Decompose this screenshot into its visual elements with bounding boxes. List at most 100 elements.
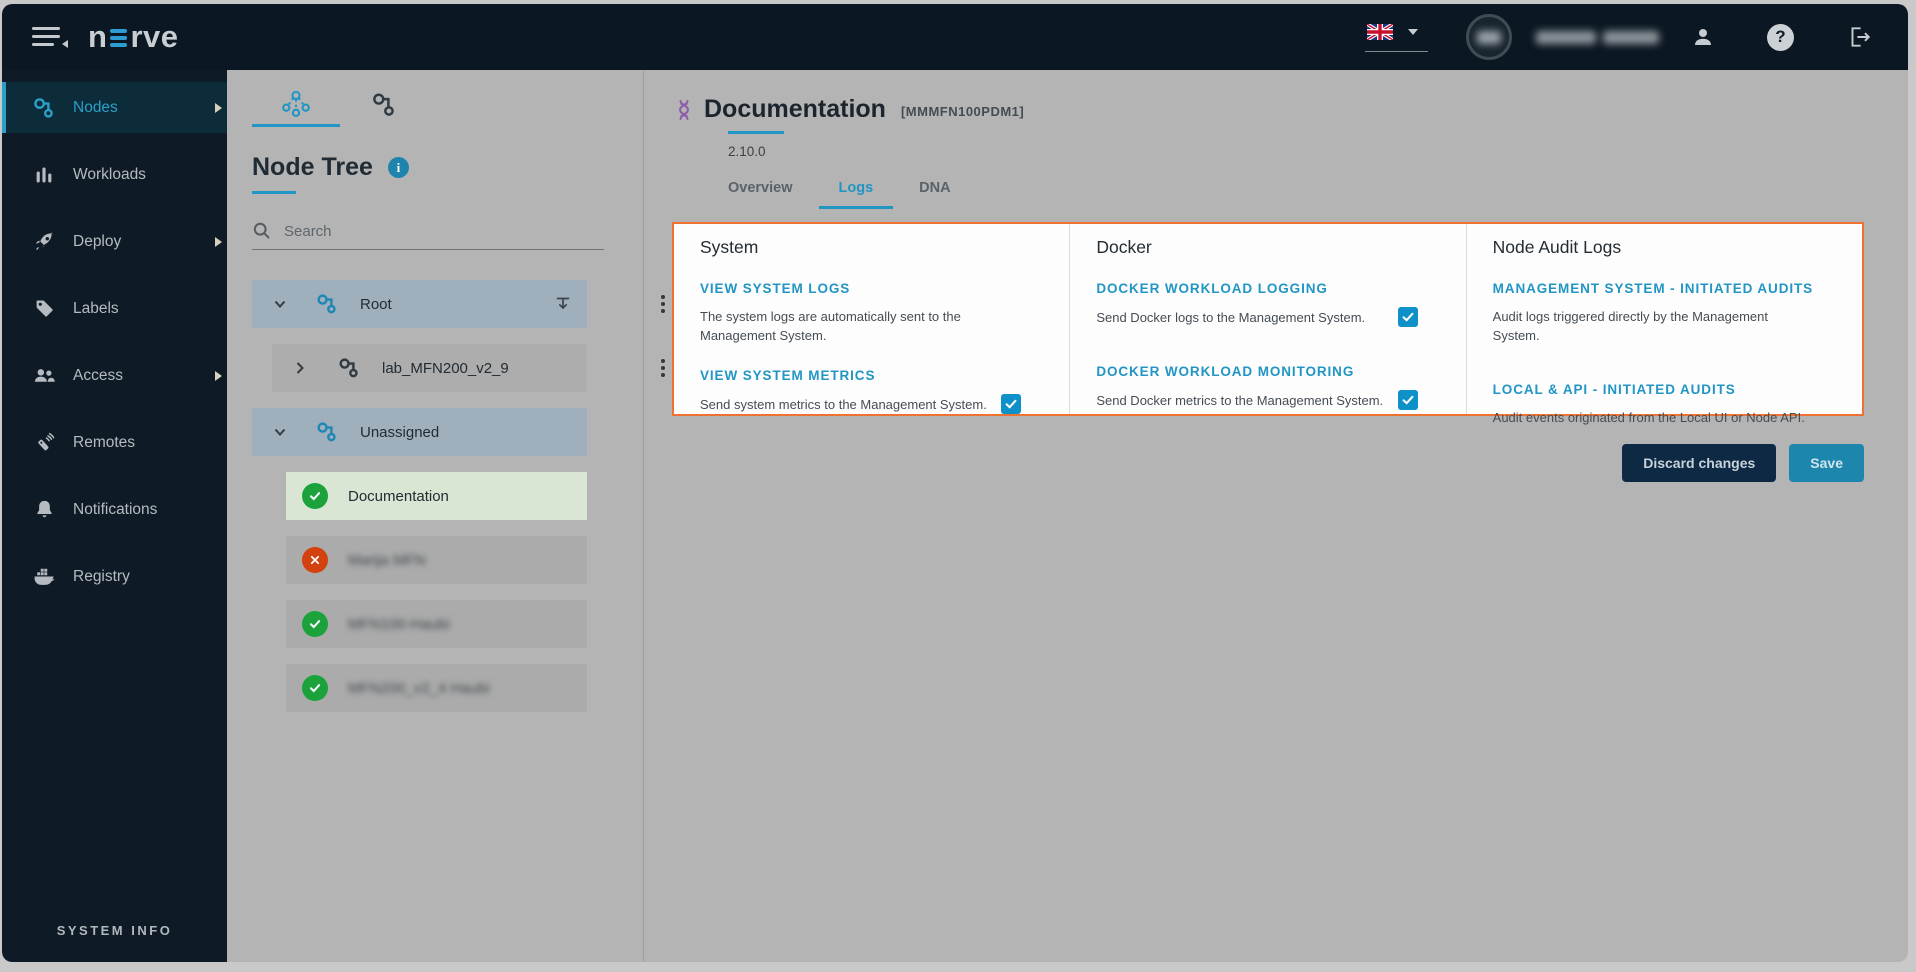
topbar-actions — [1365, 4, 1908, 70]
tab-node-tree[interactable] — [252, 83, 340, 127]
registry-icon — [32, 565, 56, 589]
language-selector[interactable] — [1365, 17, 1428, 52]
chevron-right-icon[interactable] — [290, 358, 310, 378]
view-system-metrics-link[interactable]: VIEW SYSTEM METRICS — [700, 368, 875, 383]
docker-logging-checkbox[interactable] — [1398, 307, 1418, 327]
tree-row-root[interactable]: Root — [252, 280, 587, 328]
sidebar-item-nodes[interactable]: Nodes — [2, 82, 227, 133]
sidebar-item-label: Notifications — [73, 501, 157, 519]
action-buttons: Discard changes Save — [672, 444, 1864, 482]
folder-node-icon — [316, 421, 338, 443]
chevron-down-icon[interactable] — [270, 422, 290, 442]
pin-tree-icon[interactable] — [553, 294, 573, 314]
deploy-icon — [32, 230, 56, 254]
sidebar-item-remotes[interactable]: Remotes — [2, 417, 227, 468]
profile-icon[interactable] — [1691, 25, 1715, 49]
sidebar-item-label: Labels — [73, 300, 119, 318]
chevron-down-icon[interactable] — [270, 294, 290, 314]
item-description: The system logs are automatically sent t… — [700, 307, 972, 345]
tab-node-list[interactable] — [340, 83, 428, 127]
tree-node-label: Documentation — [348, 488, 449, 505]
docker-workload-logging-link[interactable]: DOCKER WORKLOAD LOGGING — [1096, 281, 1327, 296]
docker-monitoring-checkbox[interactable] — [1398, 390, 1418, 410]
logo-text-suffix: rve — [130, 19, 178, 55]
column-heading: Docker — [1096, 237, 1441, 258]
sidebar-item-label: Remotes — [73, 434, 135, 452]
tree-row-node[interactable]: MFN100-Haubi — [286, 600, 587, 648]
sidebar-item-labels[interactable]: Labels — [2, 283, 227, 334]
nerve-logo: n rve — [88, 19, 178, 55]
uk-flag-icon — [1367, 24, 1393, 40]
item-description: Send Docker logs to the Management Syste… — [1096, 308, 1365, 327]
discard-changes-button[interactable]: Discard changes — [1622, 444, 1776, 482]
sidebar-item-registry[interactable]: Registry — [2, 551, 227, 602]
submenu-arrow-icon — [215, 371, 222, 381]
docker-column: Docker DOCKER WORKLOAD LOGGING Send Dock… — [1069, 224, 1465, 414]
sidebar-item-workloads[interactable]: Workloads — [2, 149, 227, 200]
tree-row-folder[interactable]: lab_MFN200_v2_9 — [272, 344, 587, 392]
tab-dna[interactable]: DNA — [919, 180, 950, 209]
column-heading: System — [700, 237, 1045, 258]
title-underline — [728, 131, 784, 134]
tree-view-tabs — [227, 70, 643, 127]
logo-bars-icon — [110, 29, 127, 48]
system-metrics-checkbox[interactable] — [1001, 394, 1021, 414]
status-online-icon — [302, 675, 328, 701]
search-icon — [252, 221, 272, 241]
remotes-icon — [32, 431, 56, 455]
sidebar-item-deploy[interactable]: Deploy — [2, 216, 227, 267]
save-button[interactable]: Save — [1789, 444, 1864, 482]
sidebar-item-label: Access — [73, 367, 123, 385]
tree-node-label: Root — [360, 296, 392, 313]
local-api-audits-link[interactable]: LOCAL & API - INITIATED AUDITS — [1493, 382, 1736, 397]
tree-row-node[interactable]: Marija MFN — [286, 536, 587, 584]
sidebar-item-label: Workloads — [73, 166, 146, 184]
sidebar-item-label: Nodes — [73, 99, 118, 117]
menu-toggle-icon[interactable] — [32, 27, 60, 47]
info-icon[interactable] — [388, 157, 409, 178]
tree-row-folder[interactable]: Unassigned — [252, 408, 587, 456]
search-input[interactable] — [284, 223, 584, 240]
sidebar-item-access[interactable]: Access — [2, 350, 227, 401]
node-tree-title: Node Tree — [252, 153, 373, 182]
device-tabs: Overview Logs DNA — [728, 180, 1864, 209]
tab-logs[interactable]: Logs — [839, 180, 874, 209]
item-description: Audit logs triggered directly by the Man… — [1493, 307, 1814, 345]
tree-node-label: MFN200_v2_4 Haubi — [348, 680, 490, 697]
tree-node-label: Unassigned — [360, 424, 439, 441]
folder-node-icon — [316, 293, 338, 315]
device-version: 2.10.0 — [728, 144, 1864, 159]
tree-row-node[interactable]: Documentation — [286, 472, 587, 520]
sidebar-item-notifications[interactable]: Notifications — [2, 484, 227, 535]
avatar[interactable] — [1466, 14, 1512, 60]
tree-node-label: Marija MFN — [348, 552, 426, 569]
app-window: n rve — [2, 4, 1908, 962]
management-system-audits-link[interactable]: MANAGEMENT SYSTEM - INITIATED AUDITS — [1493, 281, 1813, 296]
view-system-logs-link[interactable]: VIEW SYSTEM LOGS — [700, 281, 850, 296]
system-column: System VIEW SYSTEM LOGS The system logs … — [674, 224, 1069, 414]
sidebar-item-label: Deploy — [73, 233, 121, 251]
column-heading: Node Audit Logs — [1493, 237, 1838, 258]
submenu-arrow-icon — [215, 103, 222, 113]
top-bar: n rve — [2, 4, 1908, 70]
status-error-icon — [302, 547, 328, 573]
tree-node-label: lab_MFN200_v2_9 — [382, 360, 509, 377]
content-panel: Documentation [MMMFN100PDM1] 2.10.0 Over… — [644, 70, 1908, 962]
tree-row-node[interactable]: MFN200_v2_4 Haubi — [286, 664, 587, 712]
node-tree-panel: Node Tree — [227, 70, 644, 962]
tree-rows: Root — [227, 280, 643, 712]
system-info-link[interactable]: SYSTEM INFO — [2, 923, 227, 938]
user-name-blurred — [1536, 31, 1659, 44]
logout-icon[interactable] — [1846, 24, 1872, 50]
labels-icon — [32, 297, 56, 321]
help-icon[interactable] — [1767, 24, 1794, 51]
logo-text-prefix: n — [88, 19, 107, 55]
chevron-down-icon — [1408, 29, 1418, 35]
workloads-icon — [32, 163, 56, 187]
nodes-icon — [32, 96, 56, 120]
tab-overview[interactable]: Overview — [728, 180, 793, 209]
docker-workload-monitoring-link[interactable]: DOCKER WORKLOAD MONITORING — [1096, 364, 1354, 379]
item-description: Audit events originated from the Local U… — [1493, 408, 1805, 427]
device-serial: [MMMFN100PDM1] — [901, 104, 1024, 119]
node-audit-logs-column: Node Audit Logs MANAGEMENT SYSTEM - INIT… — [1466, 224, 1862, 414]
